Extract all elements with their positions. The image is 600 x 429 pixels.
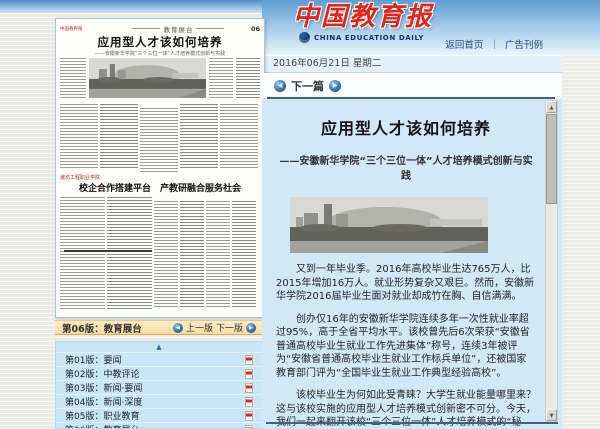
mini-kicker: 潍坊工程职业学院 [60,174,100,181]
section-label: 第05版：职业教育 [65,409,139,422]
article-title: 应用型人才该如何培养 [276,115,536,139]
advertising-link[interactable]: 广告刊例 [505,40,543,51]
current-date: 2016年06月21日 星期二 [273,58,381,69]
article-paragraph: 又到一年毕业季。2016年高校毕业生达765万人，比2015年增加16万人。就业… [276,263,536,304]
pdf-icon[interactable] [245,397,253,407]
next-edition-button[interactable]: 下一版 [216,321,243,334]
logo-chinese-text: 中国教育报 [293,3,433,31]
article-paragraph: 创办仅16年的安徽新华学院连续多年一次性就业率超过95%，高于全省平均水平。该校… [276,313,536,381]
home-link[interactable]: 返回首页 [445,40,483,51]
prev-edition-icon[interactable]: ◀ [173,323,183,333]
next-article-button[interactable]: 下一篇 [291,78,324,94]
scroll-down-icon[interactable]: ▼ [546,409,557,421]
section-list-item[interactable]: 第05版：职业教育 [56,408,262,422]
text-columns-placeholder [220,104,258,170]
scrollbar-thumb[interactable] [546,114,557,204]
section-list-item[interactable]: 第01版：要闻 [56,352,262,366]
section-list-item[interactable]: 第03版：新闻·要闻 [56,380,262,394]
mini-headline: 应用型人才该如何培养 [60,34,260,50]
globe-icon [299,32,310,43]
pdf-icon[interactable] [245,425,253,429]
mini-subhead: ——安徽新华学院“三个三位一体”人才培养模式创新与实践 [60,50,260,57]
text-columns-placeholder [180,104,218,170]
pdf-icon[interactable] [245,355,253,365]
text-columns-placeholder [100,104,138,170]
text-columns-placeholder [206,201,230,309]
text-columns-placeholder [60,197,105,309]
collapse-arrow-icon[interactable]: ▲ [56,342,262,352]
decor-line [132,28,160,29]
section-list-item[interactable]: 第06版：教育展台 [56,422,262,429]
text-columns-placeholder [140,108,178,174]
article-panel: 应用型人才该如何培养 ——安徽新华学院“三个三位一体”人才培养模式创新与实践 又… [262,99,562,429]
next-article-icon[interactable]: ▶ [329,80,341,92]
pdf-icon[interactable] [245,383,253,393]
text-columns-placeholder [236,58,260,98]
campus-photo [290,197,488,253]
pdf-icon[interactable] [245,369,253,379]
mini-body-row-2 [60,104,260,170]
newspaper-page-thumbnail[interactable]: 中国教育报 教育展台 06 应用型人才该如何培养 ——安徽新华学院“三个三位一体… [55,18,265,318]
section-list-item[interactable]: 第02版：中教评论 [56,366,262,380]
panel-bottom-divider [266,422,558,424]
article-subtitle: ——安徽新华学院“三个三位一体”人才培养模式创新与实践 [276,152,536,182]
edition-pager-bar: 第06版：教育展台 ◀ 上一版 下一版 ▶ [55,320,263,335]
mini-campus-photo [89,58,206,98]
prev-article-icon[interactable]: ◀ [274,80,286,92]
section-label: 第04版：新闻·深度 [65,395,142,408]
link-separator: ｜ [489,40,499,51]
text-columns-placeholder [180,201,204,309]
mini-page-number: 06 [251,25,260,33]
mini-masthead: 中国教育报 [60,26,106,32]
section-label: 第06版：教育展台 [65,423,139,429]
article-toolbar: ◀ 下一篇 ▶ [262,73,562,98]
text-columns-placeholder [209,58,233,98]
scroll-up-icon[interactable]: ▲ [546,101,557,113]
article-scrollbar[interactable]: ▲ ▼ [545,100,558,422]
mini-body-row-1 [60,58,260,98]
section-label: 第02版：中教评论 [65,367,139,380]
pdf-icon[interactable] [245,411,253,421]
newspaper-viewer-panel: 中国教育报 教育展台 06 应用型人才该如何培养 ——安徽新华学院“三个三位一体… [0,13,262,429]
section-label: 第01版：要闻 [65,353,121,366]
section-list-item[interactable]: 第04版：新闻·深度 [56,394,262,408]
page-background-right [562,55,600,429]
left-top-gradient [0,0,262,13]
date-bar: 2016年06月21日 星期二 [262,55,562,73]
logo-english-text: CHINA EDUCATION DAILY [314,34,424,42]
current-edition-label: 第06版：教育展台 [62,321,142,335]
text-columns-placeholder [154,201,178,309]
mini-section-label: 教育展台 [163,24,193,34]
prev-edition-button[interactable]: 上一版 [186,321,213,334]
text-columns-placeholder [107,197,152,309]
section-label: 第03版：新闻·要闻 [65,381,142,394]
edition-section-list: ▲ 第01版：要闻 第02版：中教评论 第03版：新闻·要闻 第04版：新闻·深… [55,341,263,429]
text-columns-placeholder [232,201,256,309]
text-columns-placeholder [60,58,86,98]
decor-line [196,28,224,29]
header-links: 返回首页 ｜ 广告刊例 [445,37,543,51]
mini-page-header: 中国教育报 教育展台 06 [60,24,260,33]
page: 中国教育报 CHINA EDUCATION DAILY 返回首页 ｜ 广告刊例 … [0,0,600,429]
text-columns-placeholder [60,104,98,170]
mini-body-row-3 [60,197,260,309]
site-logo[interactable]: 中国教育报 CHINA EDUCATION DAILY [293,3,433,43]
mini-divider-rule [64,250,152,252]
next-edition-icon[interactable]: ▶ [246,323,256,333]
mini-headline-2: 校企合作搭建平台 产教研融合服务社会 [60,181,260,194]
